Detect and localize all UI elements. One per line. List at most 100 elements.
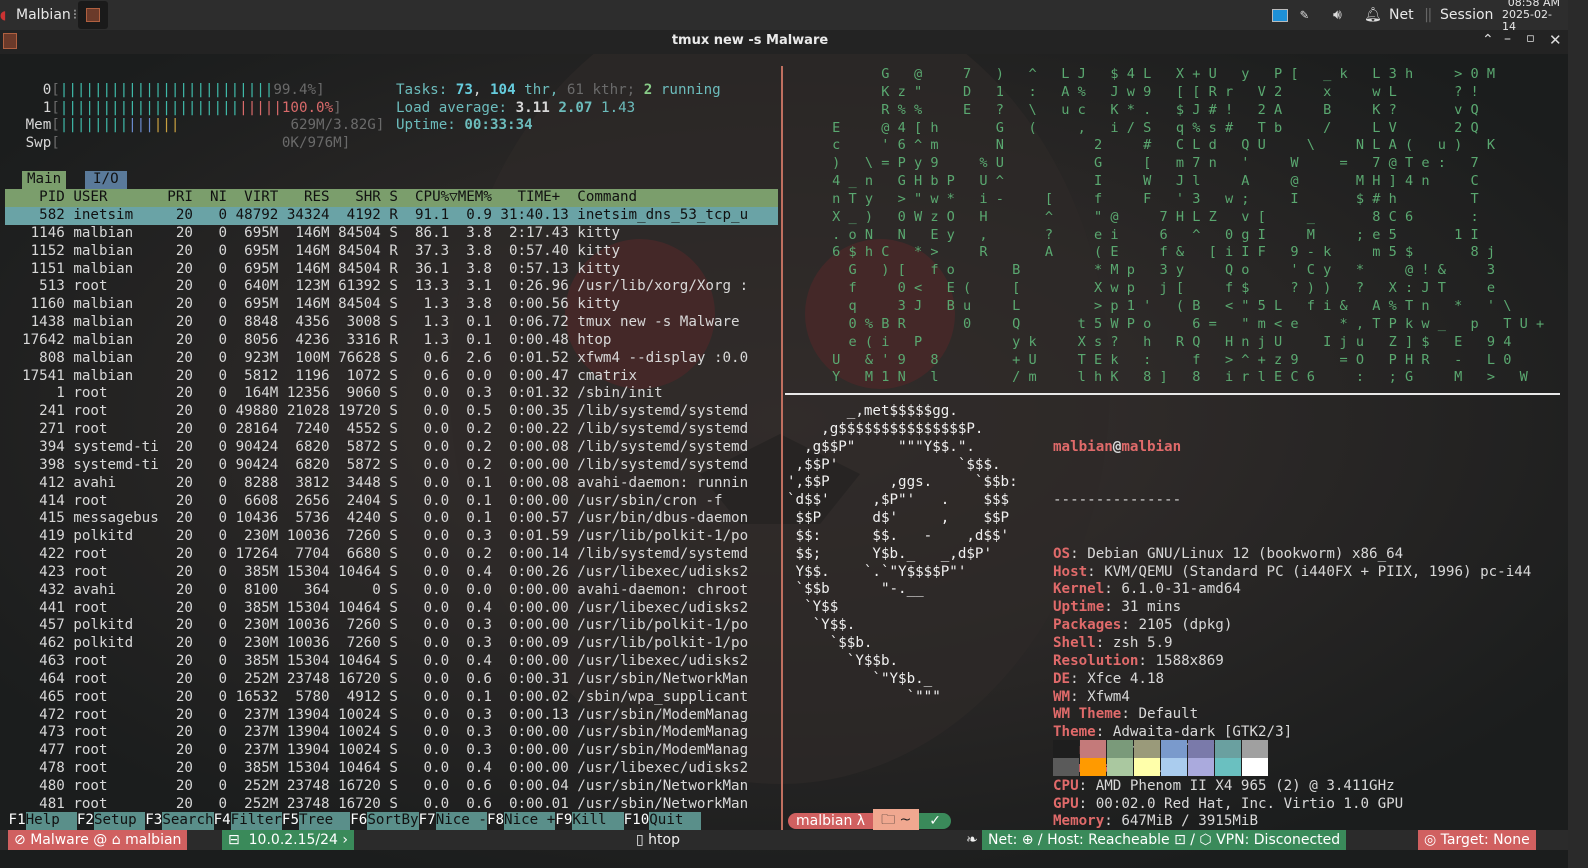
logo-line: `d$$' ,$P"' . $$$: [787, 492, 1010, 509]
htop-process-row[interactable]: 464 root 20 0 252M 23748 16720 S 0.0 0.6…: [5, 671, 778, 689]
htop-process-row[interactable]: 415 messagebus 20 0 10436 5736 4240 S 0.…: [5, 510, 778, 528]
window-shade-button[interactable]: ⌃: [1482, 32, 1494, 48]
fkey-f6-button[interactable]: SortBy: [367, 812, 419, 830]
htop-process-row[interactable]: 432 avahi 20 0 8100 364 0 S 0.0 0.0 0:00…: [5, 582, 778, 600]
display-icon[interactable]: [1272, 0, 1288, 30]
fkey-f9-button[interactable]: Kill: [572, 812, 624, 830]
htop-process-row[interactable]: 477 root 20 0 237M 13904 10024 S 0.0 0.3…: [5, 742, 778, 760]
window-minimize-button[interactable]: –: [1504, 31, 1511, 47]
neofetch-value: 00:02.0 Red Hat, Inc. Virtio 1.0 GPU: [1095, 795, 1404, 812]
htop-process-row[interactable]: 478 root 20 0 385M 15304 10464 S 0.0 0.4…: [5, 760, 778, 778]
fkey-f2-button[interactable]: Setup: [93, 812, 146, 830]
shell-prompt: malbian λ 🗀 ~ ✓: [788, 809, 951, 833]
htop-process-row[interactable]: 1160 malbian 20 0 695M 146M 84504 S 1.3 …: [5, 296, 778, 314]
session-button[interactable]: Session: [1440, 0, 1493, 30]
window-maximize-button[interactable]: ▫: [1526, 31, 1535, 46]
fkey-f5: F5: [281, 812, 299, 828]
window-close-button[interactable]: ✕: [1549, 31, 1562, 49]
cmatrix-line: 0 % B R 0 Q t 5 W P o 6 = " m < e * , T …: [783, 315, 1545, 332]
htop-process-row[interactable]: 473 root 20 0 237M 13904 10024 S 0.0 0.3…: [5, 724, 778, 742]
htop-process-row[interactable]: 394 systemd-ti 20 0 90424 6820 5872 S 0.…: [5, 439, 778, 457]
network-icon[interactable]: ✎: [1300, 0, 1308, 30]
htop-process-list[interactable]: 582 inetsim 20 0 48792 34324 4192 R 91.1…: [5, 207, 778, 814]
cpu0-percent: 99.4%: [273, 82, 317, 98]
htop-process-row[interactable]: 271 root 20 0 28164 7240 4552 S 0.0 0.2 …: [5, 421, 778, 439]
fkey-f8-button[interactable]: Nice +: [504, 812, 556, 830]
debian-ascii-logo: _,met$$$$$gg. ,g$$$$$$$$$$$$$$$P. ,g$$P"…: [787, 403, 1018, 706]
htop-process-row[interactable]: 1 root 20 0 164M 12356 9060 S 0.0 0.3 0:…: [5, 385, 778, 403]
cmatrix-pane[interactable]: G @ 7 ) ^ L J $ 4 L X + U y P [ _ k L 3 …: [783, 66, 1544, 387]
htop-process-row[interactable]: 808 malbian 20 0 923M 100M 76628 S 0.6 2…: [5, 350, 778, 368]
logo-line: _,met$$$$$gg.: [787, 403, 958, 419]
fkey-f10-button[interactable]: Quit: [649, 812, 701, 830]
terminal-app-icon: [86, 8, 100, 22]
htop-process-row[interactable]: 1152 malbian 20 0 695M 146M 84504 R 37.3…: [5, 243, 778, 261]
neofetch-separator: ---------------: [1053, 492, 1182, 509]
terminal[interactable]: 0[|||||||||||||||||||||||||99.4%] 1[||||…: [0, 54, 1568, 868]
htop-process-row[interactable]: 462 polkitd 20 0 230M 10036 7260 S 0.0 0…: [5, 635, 778, 653]
htop-tab-main[interactable]: Main: [22, 171, 67, 189]
fkey-f3-button[interactable]: Search: [162, 812, 214, 830]
palette-swatch: [1242, 740, 1268, 758]
palette-swatch: [1215, 740, 1241, 758]
cmatrix-line: 6 $ h C * > R A ( E f & [ i I F 9 - k m …: [783, 244, 1496, 261]
fkey-f6: F6: [350, 812, 368, 828]
htop-swp-meter: Swp[ 0K/976M]: [0, 135, 351, 151]
htop-process-row[interactable]: 463 root 20 0 385M 15304 10464 S 0.0 0.4…: [5, 653, 778, 671]
htop-process-row[interactable]: 241 root 20 0 49880 21028 19720 S 0.0 0.…: [5, 403, 778, 421]
app-menu-button[interactable]: ◖ Malbian ⁝: [0, 0, 77, 30]
logo-line: ',$$P ,ggs. `$$b:: [787, 474, 1018, 491]
net-indicator[interactable]: Net: [1389, 0, 1414, 30]
palette-swatch: [1215, 758, 1241, 776]
logo-line: `"Y$b._: [787, 670, 933, 687]
htop-process-row[interactable]: 412 avahi 20 0 8288 3812 3448 S 0.0 0.1 …: [5, 475, 778, 493]
htop-process-row[interactable]: 1438 malbian 20 0 8848 4356 3008 S 1.3 0…: [5, 314, 778, 332]
tmux-window-htop[interactable]: ▯ htop: [630, 830, 686, 850]
volume-icon[interactable]: 🔊︎: [1333, 0, 1342, 30]
neofetch-item: DE: Xfce 4.18: [1053, 670, 1165, 687]
color-palette: [1053, 740, 1273, 778]
palette-swatch: [1134, 758, 1160, 776]
htop-process-row[interactable]: 423 root 20 0 385M 15304 10464 S 0.0 0.4…: [5, 564, 778, 582]
cmatrix-line: . o N N E y , ? e i 6 ^ 0 g I M ; e 5 1 …: [783, 226, 1479, 243]
neofetch-label: OS: [1053, 545, 1071, 562]
fkey-f4-button[interactable]: Filter: [230, 812, 282, 830]
htop-column-header[interactable]: PID USER PRI NI VIRT RES SHR S CPU%▽MEM%…: [5, 189, 778, 207]
htop-tab-io[interactable]: I/O: [85, 171, 127, 189]
neofetch-title: malbian@malbian: [1053, 438, 1182, 455]
htop-process-row[interactable]: 1146 malbian 20 0 695M 146M 84504 S 86.1…: [5, 225, 778, 243]
cmatrix-line: G ) [ f o B * M p 3 y Q o ' C y * @ ! & …: [783, 262, 1496, 279]
fkey-f1-button[interactable]: Help: [25, 812, 77, 830]
neofetch-value: 1588x869: [1155, 652, 1224, 669]
htop-process-row[interactable]: 465 root 20 0 16532 5780 4912 S 0.0 0.1 …: [5, 689, 778, 707]
htop-process-row[interactable]: 441 root 20 0 385M 15304 10464 S 0.0 0.4…: [5, 600, 778, 618]
cmatrix-line: U & ' 9 8 + U T E k : f > ^ + z 9 = O P …: [783, 351, 1512, 368]
htop-process-row[interactable]: 17642 malbian 20 0 8056 4236 3316 R 1.3 …: [5, 332, 778, 350]
htop-process-row[interactable]: 472 root 20 0 237M 13904 10024 S 0.0 0.3…: [5, 707, 778, 725]
htop-process-row[interactable]: 414 root 20 0 6608 2656 2404 S 0.0 0.1 0…: [5, 493, 778, 511]
fkey-f7-button[interactable]: Nice -: [435, 812, 487, 830]
htop-function-keys: F1Help F2Setup F3SearchF4FilterF5Tree F6…: [0, 812, 701, 830]
htop-load-average: Load average: 3.11 2.07 1.43: [396, 100, 636, 116]
htop-process-row[interactable]: 513 root 20 0 640M 123M 61392 S 13.3 3.1…: [5, 278, 778, 296]
htop-process-row[interactable]: 480 root 20 0 252M 23748 16720 S 0.0 0.6…: [5, 778, 778, 796]
window-icon: ▯: [636, 832, 644, 848]
tmux-session[interactable]: ⊘ Malware @ ⌂ malbian: [8, 830, 188, 850]
htop-process-row[interactable]: 422 root 20 0 17264 7704 6680 S 0.0 0.2 …: [5, 546, 778, 564]
htop-process-row[interactable]: 398 systemd-ti 20 0 90424 6820 5872 S 0.…: [5, 457, 778, 475]
neofetch-item: OS: Debian GNU/Linux 12 (bookworm) x86_6…: [1053, 545, 1404, 562]
notification-bell-icon[interactable]: 🔔︎: [1364, 0, 1382, 30]
htop-process-row[interactable]: 419 polkitd 20 0 230M 10036 7260 S 0.0 0…: [5, 528, 778, 546]
folder-icon: 🗀: [881, 812, 896, 828]
htop-process-row[interactable]: 17541 malbian 20 0 5812 1196 1072 S 0.6 …: [5, 368, 778, 386]
cmatrix-line: n T y > " w * i - [ f F ' 3 w ; I $ # h …: [783, 190, 1479, 207]
clock[interactable]: 08:58 AM 2025-02-14: [1502, 0, 1560, 33]
fkey-f5-button[interactable]: Tree: [299, 812, 351, 830]
htop-process-row[interactable]: 457 polkitd 20 0 230M 10036 7260 S 0.0 0…: [5, 617, 778, 635]
cmatrix-line: R % % E ? \ u c K * . $ J # ! 2 A B K ? …: [783, 101, 1479, 118]
htop-process-row[interactable]: 1151 malbian 20 0 695M 146M 84504 R 36.1…: [5, 261, 778, 279]
htop-process-row-selected[interactable]: 582 inetsim 20 0 48792 34324 4192 R 91.1…: [5, 207, 778, 225]
taskbar-terminal-button[interactable]: [78, 1, 108, 29]
leaf-icon: ❧: [966, 832, 978, 848]
htop-process-row[interactable]: 481 root 20 0 252M 23748 16720 S 0.0 0.6…: [5, 796, 778, 814]
